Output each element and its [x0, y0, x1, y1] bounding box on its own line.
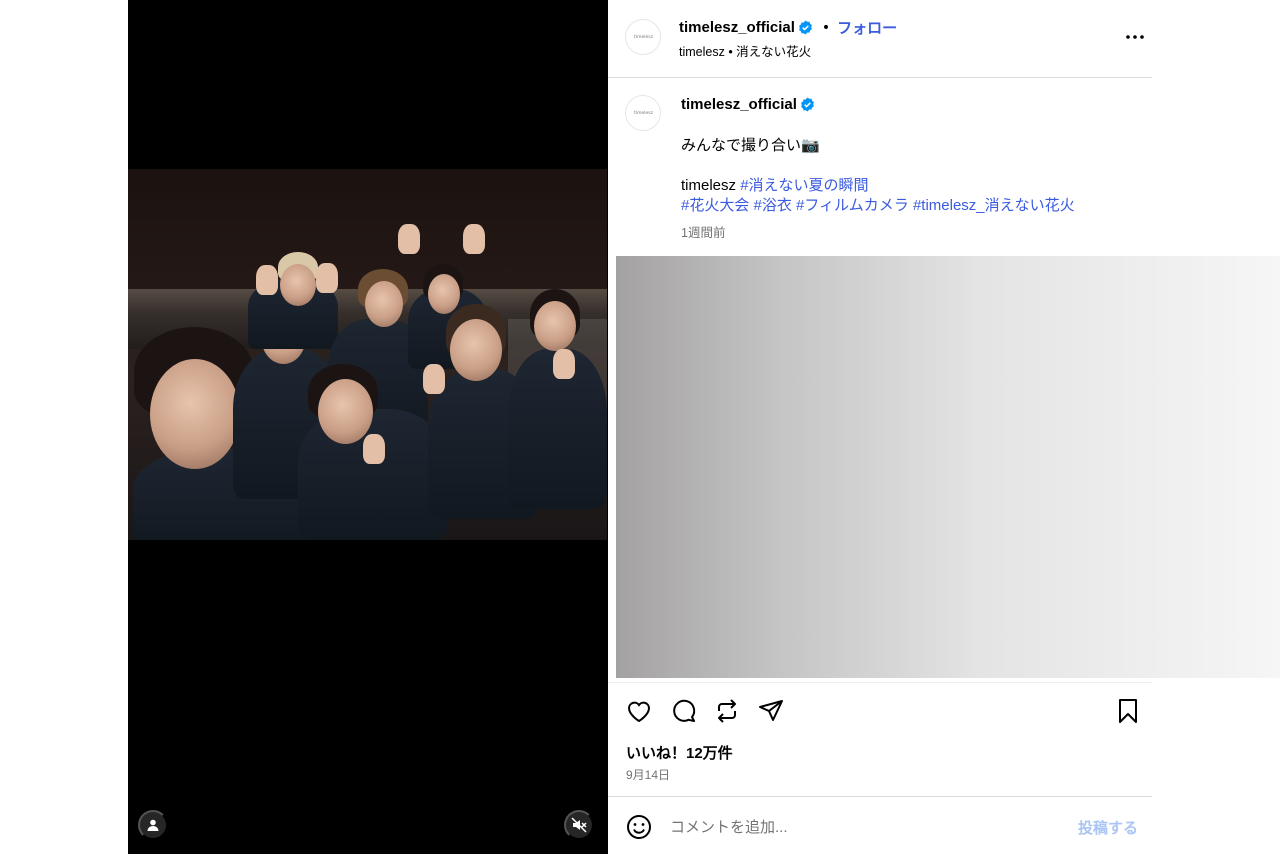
avatar-logo: timelesz	[633, 34, 653, 40]
repost-icon[interactable]	[713, 697, 741, 725]
caption-prefix: timelesz	[681, 177, 737, 194]
post-comment-button[interactable]: 投稿する	[1078, 817, 1138, 838]
media-viewer[interactable]	[128, 0, 608, 854]
hashtag-link[interactable]: #フィルムカメラ	[796, 197, 909, 214]
bookmark-icon[interactable]	[1114, 697, 1142, 725]
likes-count[interactable]: いいね！12万件	[626, 742, 733, 763]
hashtag-link[interactable]: #timelesz_消えない花火	[913, 197, 1075, 214]
caption-timestamp[interactable]: 1週間前	[681, 222, 725, 241]
post-photo	[128, 169, 607, 540]
muted-speaker-icon	[571, 817, 587, 833]
caption-username[interactable]: timelesz_official	[681, 96, 797, 113]
comment-bar: 投稿する	[608, 796, 1152, 854]
post-subtitle[interactable]: timelesz • 消えない花火	[679, 41, 811, 60]
hashtag-link[interactable]: #浴衣	[754, 197, 792, 214]
hashtag-link[interactable]: #花火大会	[681, 197, 749, 214]
smiley-icon[interactable]	[625, 813, 653, 841]
post-date[interactable]: 9月14日	[626, 766, 670, 783]
user-icon	[147, 819, 159, 831]
verified-badge-icon	[801, 97, 814, 112]
post-header: timelesz timelesz_official • フォロー timele…	[608, 0, 1152, 78]
embedded-content-placeholder	[616, 256, 1280, 678]
heart-icon[interactable]	[625, 697, 653, 725]
caption-avatar[interactable]: timelesz	[625, 95, 661, 131]
comment-input[interactable]	[670, 815, 1050, 839]
tagged-users-button[interactable]	[138, 810, 168, 840]
follow-button[interactable]: フォロー	[837, 17, 897, 38]
username-link[interactable]: timelesz_official	[679, 19, 795, 36]
separator-dot: •	[821, 19, 831, 36]
caption-line: みんなで撮り合い📷	[681, 137, 820, 154]
caption-text: みんなで撮り合い📷 timelesz #消えない夏の瞬間 #花火大会 #浴衣 #…	[681, 136, 1141, 216]
avatar[interactable]: timelesz	[625, 19, 661, 55]
verified-badge-icon	[799, 20, 812, 35]
send-icon[interactable]	[757, 697, 785, 725]
hashtag-link[interactable]: #消えない夏の瞬間	[740, 177, 868, 194]
unmute-button[interactable]	[564, 810, 594, 840]
comment-bubble-icon[interactable]	[669, 697, 697, 725]
more-options-icon[interactable]	[1124, 27, 1146, 47]
